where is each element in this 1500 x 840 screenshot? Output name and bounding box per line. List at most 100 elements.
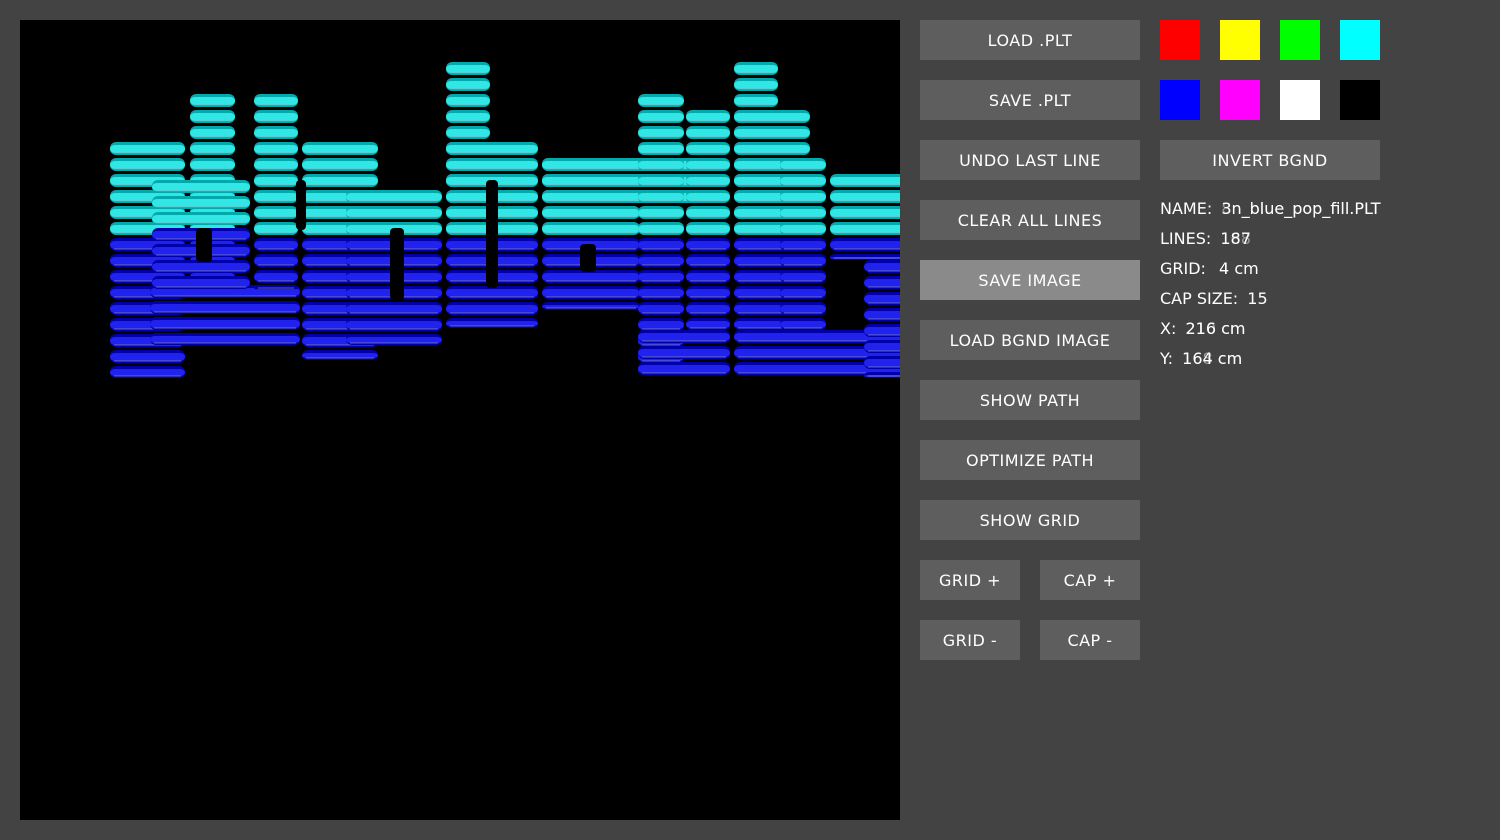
stroke-line xyxy=(638,349,730,357)
stroke-line xyxy=(152,263,250,271)
cap-size-readout: CAP SIZE: 15 xyxy=(1160,289,1268,308)
show-grid-button[interactable]: SHOW GRID xyxy=(920,500,1140,540)
stroke-line xyxy=(830,241,900,249)
lines-label: LINES: xyxy=(1160,229,1212,248)
stroke-line xyxy=(638,273,684,281)
stroke-line xyxy=(830,225,900,233)
stroke-line xyxy=(780,321,826,328)
stroke-line xyxy=(638,321,684,329)
x-value: 216 cm xyxy=(1185,319,1246,338)
optimize-path-button[interactable]: OPTIMIZE PATH xyxy=(920,440,1140,480)
stroke-line xyxy=(780,305,826,313)
stroke-line xyxy=(830,193,900,201)
stroke-line xyxy=(542,209,640,217)
stroke-line xyxy=(734,81,778,89)
stroke-line xyxy=(446,289,538,297)
grid-minus-button[interactable]: GRID - xyxy=(920,620,1020,660)
stroke-line xyxy=(686,129,730,137)
color-swatch-red[interactable] xyxy=(1160,20,1200,60)
color-swatch-green[interactable] xyxy=(1280,20,1320,60)
color-swatch-white[interactable] xyxy=(1280,80,1320,120)
x-label: X: xyxy=(1160,319,1177,338)
save-image-button[interactable]: SAVE IMAGE xyxy=(920,260,1140,300)
stroke-line xyxy=(302,177,378,185)
plotted-lettering xyxy=(110,62,900,378)
stroke-line xyxy=(780,241,826,249)
stroke-line xyxy=(152,199,250,207)
stroke-line xyxy=(780,177,826,185)
color-swatch-yellow[interactable] xyxy=(1220,20,1260,60)
stroke-line xyxy=(638,365,730,373)
show-path-button[interactable]: SHOW PATH xyxy=(920,380,1140,420)
y-coordinate-readout: Y: 168 cm 164 cm xyxy=(1160,349,1242,368)
stroke-line xyxy=(638,97,684,105)
name-value: 3n_blue_pop_fill.PLT xyxy=(1221,199,1381,218)
letter-counter xyxy=(196,228,212,262)
stroke-line xyxy=(864,295,900,303)
stroke-line xyxy=(830,209,900,217)
drawing-canvas[interactable] xyxy=(20,20,900,820)
invert-bgnd-button[interactable]: INVERT BGND xyxy=(1160,140,1380,180)
stroke-line xyxy=(110,161,185,169)
stroke-line xyxy=(686,209,730,217)
stroke-line xyxy=(346,209,442,217)
load-bgnd-image-button[interactable]: LOAD BGND IMAGE xyxy=(920,320,1140,360)
stroke-line xyxy=(638,209,684,217)
grid-plus-button[interactable]: GRID + xyxy=(920,560,1020,600)
stroke-line xyxy=(254,209,298,217)
stroke-layer xyxy=(110,62,900,378)
stroke-line xyxy=(254,145,298,153)
letter-counter xyxy=(580,244,596,272)
cap-minus-button[interactable]: CAP - xyxy=(1040,620,1140,660)
clear-all-lines-button[interactable]: CLEAR ALL LINES xyxy=(920,200,1140,240)
stroke-line xyxy=(254,113,298,121)
stroke-line xyxy=(686,257,730,265)
y-label: Y: xyxy=(1160,349,1174,368)
grid-label: GRID: xyxy=(1160,259,1206,278)
color-swatch-blue[interactable] xyxy=(1160,80,1200,120)
stroke-line xyxy=(638,257,684,265)
stroke-line xyxy=(686,225,730,233)
stroke-line xyxy=(446,129,490,137)
stroke-line xyxy=(780,289,826,297)
cap-size-value: 15 xyxy=(1247,289,1268,308)
stroke-line xyxy=(254,129,298,137)
color-swatch-black[interactable] xyxy=(1340,80,1380,120)
stroke-line xyxy=(446,161,538,169)
stroke-line xyxy=(686,305,730,313)
stroke-line xyxy=(346,337,442,343)
load-plt-button[interactable]: LOAD .PLT xyxy=(920,20,1140,60)
stroke-line xyxy=(150,320,300,328)
stroke-line xyxy=(254,241,298,249)
stroke-line xyxy=(152,215,250,223)
x-coordinate-readout: X: 210 cm 216 cm xyxy=(1160,319,1245,338)
stroke-line xyxy=(542,225,640,233)
save-plt-button[interactable]: SAVE .PLT xyxy=(920,80,1140,120)
stroke-line xyxy=(638,129,684,137)
cap-plus-button[interactable]: CAP + xyxy=(1040,560,1140,600)
stroke-line xyxy=(446,81,490,89)
stroke-line xyxy=(864,263,900,271)
stroke-line xyxy=(254,289,298,291)
stroke-line xyxy=(864,279,900,287)
stroke-line xyxy=(864,343,900,351)
stroke-line xyxy=(254,257,298,265)
stroke-line xyxy=(638,113,684,121)
stroke-line xyxy=(110,369,185,376)
stroke-line xyxy=(734,145,810,153)
color-swatch-cyan[interactable] xyxy=(1340,20,1380,60)
stroke-line xyxy=(542,289,640,297)
stroke-line xyxy=(190,97,235,105)
stroke-line xyxy=(346,305,442,313)
grid-readout: GRID: 4 cm xyxy=(1160,259,1259,278)
stroke-line xyxy=(638,177,684,185)
stroke-line xyxy=(686,193,730,201)
color-swatch-magenta[interactable] xyxy=(1220,80,1260,120)
stroke-line xyxy=(734,65,778,73)
cap-size-label: CAP SIZE: xyxy=(1160,289,1239,308)
name-label: NAME: xyxy=(1160,199,1213,218)
stroke-line xyxy=(446,65,490,73)
undo-last-line-button[interactable]: UNDO LAST LINE xyxy=(920,140,1140,180)
stroke-line xyxy=(780,225,826,233)
stroke-line xyxy=(734,113,810,121)
